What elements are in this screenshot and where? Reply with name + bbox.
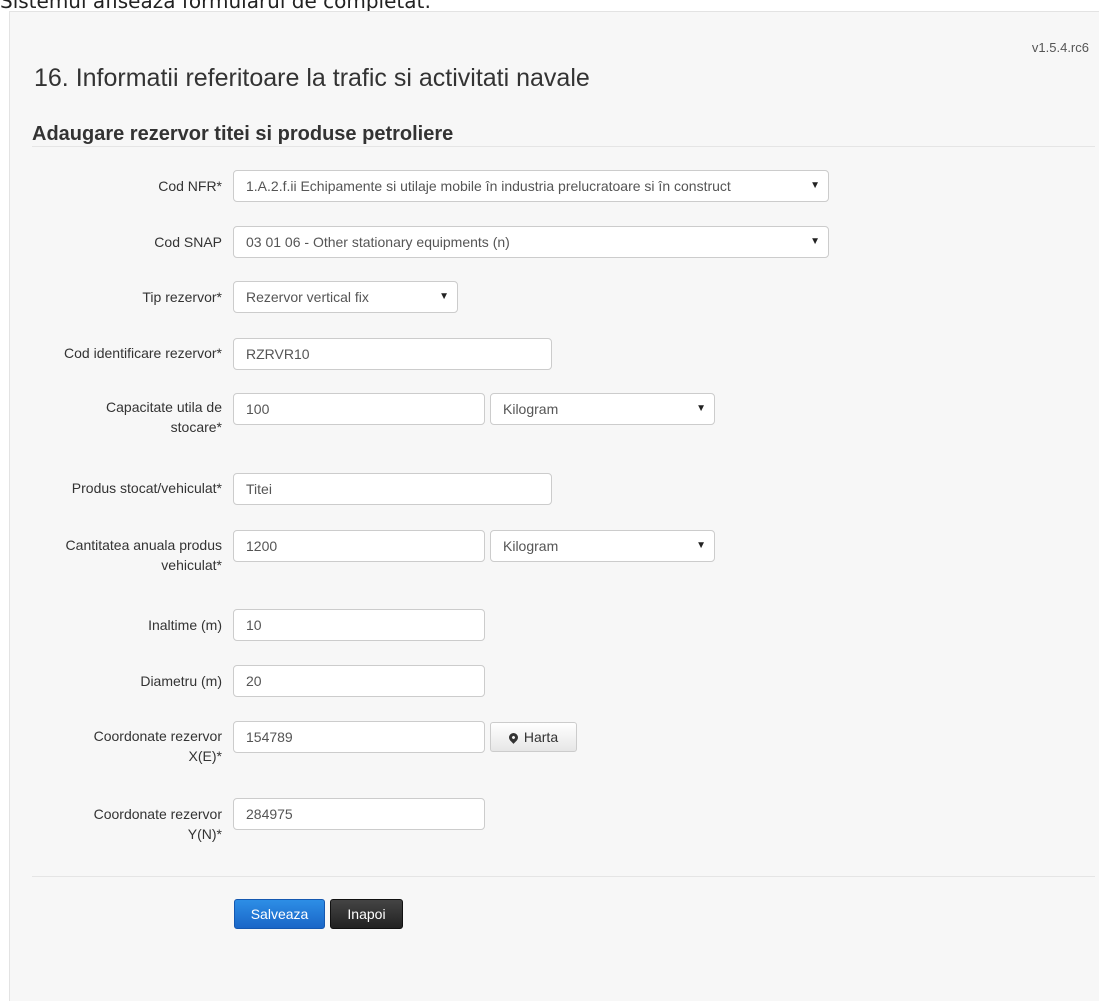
tip-rezervor-value: Rezervor vertical fix	[246, 289, 369, 305]
diametru-value: 20	[246, 673, 262, 689]
cod-nfr-select[interactable]: 1.A.2.f.ii Echipamente si utilaje mobile…	[233, 170, 829, 202]
cod-snap-select[interactable]: 03 01 06 - Other stationary equipments (…	[233, 226, 829, 258]
coord-x-label-line1: Coordonate rezervor	[93, 728, 222, 744]
cantitate-label: Cantitatea anuala produs vehiculat*	[22, 535, 222, 575]
coord-y-label: Coordonate rezervor Y(N)*	[22, 804, 222, 844]
caret-down-icon: ▼	[696, 540, 706, 551]
produs-value: Titei	[246, 481, 272, 497]
coord-x-value: 154789	[246, 729, 293, 745]
cod-snap-label: Cod SNAP	[154, 234, 222, 250]
back-button[interactable]: Inapoi	[330, 899, 403, 929]
inaltime-value: 10	[246, 617, 262, 633]
capacitate-unit-value: Kilogram	[503, 401, 559, 417]
coord-x-input[interactable]: 154789	[233, 721, 485, 753]
cod-identificare-input[interactable]: RZRVR10	[233, 338, 552, 370]
cod-identificare-label: Cod identificare rezervor*	[64, 345, 222, 361]
cod-identificare-value: RZRVR10	[246, 346, 310, 362]
capacitate-label-line2: stocare*	[170, 419, 222, 435]
cantitate-label-line1: Cantitatea anuala produs	[65, 537, 222, 553]
coord-y-input[interactable]: 284975	[233, 798, 485, 830]
coord-y-value: 284975	[246, 806, 293, 822]
version-label: v1.5.4.rc6	[1031, 40, 1089, 55]
tip-rezervor-select[interactable]: Rezervor vertical fix ▼	[233, 281, 458, 313]
section-title: Adaugare rezervor titei si produse petro…	[32, 123, 454, 145]
map-button-label: Harta	[523, 729, 559, 745]
header-divider	[32, 146, 1095, 147]
cod-nfr-value: 1.A.2.f.ii Echipamente si utilaje mobile…	[246, 178, 731, 194]
form-panel: v1.5.4.rc6 16. Informatii referitoare la…	[9, 11, 1099, 1001]
save-button[interactable]: Salveaza	[234, 899, 325, 929]
produs-input[interactable]: Titei	[233, 473, 552, 505]
coord-x-label-line2: X(E)*	[188, 748, 222, 764]
capacitate-label-line1: Capacitate utila de	[106, 399, 222, 415]
diametru-input[interactable]: 20	[233, 665, 485, 697]
coord-y-label-line1: Coordonate rezervor	[93, 806, 222, 822]
cantitate-unit-value: Kilogram	[503, 538, 559, 554]
map-button[interactable]: Harta	[490, 722, 577, 752]
produs-label: Produs stocat/vehiculat*	[71, 480, 222, 496]
cantitate-input[interactable]: 1200	[233, 530, 485, 562]
cantitate-unit-select[interactable]: Kilogram ▼	[490, 530, 715, 562]
inaltime-label: Inaltime (m)	[148, 617, 222, 633]
caret-down-icon: ▼	[810, 236, 820, 247]
inaltime-input[interactable]: 10	[233, 609, 485, 641]
capacitate-input[interactable]: 100	[233, 393, 485, 425]
caret-down-icon: ▼	[810, 180, 820, 191]
tip-rezervor-label: Tip rezervor*	[142, 289, 222, 305]
capacitate-value: 100	[246, 401, 270, 417]
cod-snap-value: 03 01 06 - Other stationary equipments (…	[246, 234, 510, 250]
coord-y-label-line2: Y(N)*	[187, 826, 222, 842]
capacitate-unit-select[interactable]: Kilogram ▼	[490, 393, 715, 425]
map-marker-icon	[507, 731, 520, 744]
cantitate-label-line2: vehiculat*	[161, 557, 222, 573]
page-title: 16. Informatii referitoare la trafic si …	[34, 64, 590, 92]
caret-down-icon: ▼	[439, 291, 449, 302]
caret-down-icon: ▼	[696, 403, 706, 414]
coord-x-label: Coordonate rezervor X(E)*	[22, 726, 222, 766]
capacitate-label: Capacitate utila de stocare*	[22, 397, 222, 437]
cod-nfr-label: Cod NFR*	[158, 178, 222, 194]
diametru-label: Diametru (m)	[140, 673, 222, 689]
footer-divider	[32, 876, 1095, 877]
cantitate-value: 1200	[246, 538, 278, 554]
